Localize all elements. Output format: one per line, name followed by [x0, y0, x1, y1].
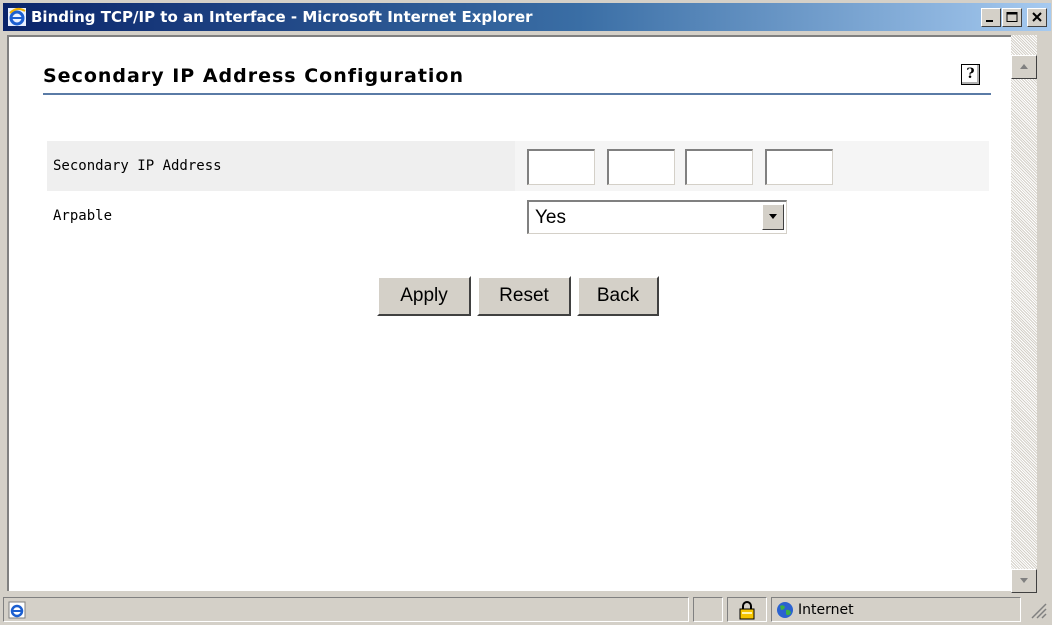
status-main-pane: [3, 597, 689, 622]
page-content: Secondary IP Address Configuration ? Sec…: [7, 35, 1011, 591]
status-pane: [693, 597, 723, 622]
secondary-ip-row: Secondary IP Address: [47, 141, 989, 191]
help-icon[interactable]: ?: [961, 64, 980, 85]
arpable-select[interactable]: Yes: [527, 200, 787, 234]
status-zone-pane: Internet: [771, 597, 1021, 622]
secondary-ip-label: Secondary IP Address: [53, 158, 222, 174]
globe-icon: [777, 602, 793, 618]
title-bar[interactable]: Binding TCP/IP to an Interface - Microso…: [3, 3, 1051, 31]
arpable-label: Arpable: [53, 208, 113, 224]
title-divider: [43, 93, 991, 95]
chevron-down-icon: [769, 214, 777, 219]
back-button[interactable]: Back: [577, 276, 659, 316]
status-bar: Internet: [3, 595, 1051, 624]
arpable-row: Arpable Yes: [47, 191, 989, 241]
maximize-button[interactable]: [1002, 8, 1022, 27]
chevron-up-icon: [1020, 64, 1028, 69]
arpable-value-cell: Yes: [515, 191, 989, 241]
ip-octet-2-input[interactable]: [607, 149, 675, 185]
page-icon: [8, 601, 26, 619]
close-button[interactable]: [1027, 8, 1047, 27]
ip-octet-3-input[interactable]: [685, 149, 753, 185]
secondary-ip-value-cell: [515, 141, 989, 191]
vertical-scrollbar[interactable]: [1011, 35, 1037, 593]
ip-octet-1-input[interactable]: [527, 149, 595, 185]
internet-explorer-icon: [8, 7, 26, 26]
minimize-button[interactable]: [981, 8, 1001, 27]
arpable-selected-value: Yes: [535, 207, 566, 228]
chevron-down-icon: [1020, 578, 1028, 583]
scroll-up-button[interactable]: [1011, 55, 1037, 79]
ip-octet-4-input[interactable]: [765, 149, 833, 185]
lock-icon: [739, 601, 755, 620]
apply-button[interactable]: Apply: [377, 276, 471, 316]
dropdown-button[interactable]: [762, 204, 784, 230]
security-zone-label: Internet: [798, 602, 854, 618]
resize-grip-icon[interactable]: [1029, 601, 1047, 619]
scroll-down-button[interactable]: [1011, 569, 1037, 593]
reset-button[interactable]: Reset: [477, 276, 571, 316]
maximize-icon: [1006, 12, 1018, 22]
close-icon: [1032, 12, 1042, 22]
status-security-pane: [727, 597, 767, 622]
window-title: Binding TCP/IP to an Interface - Microso…: [31, 8, 533, 26]
minimize-icon: [986, 20, 993, 22]
page-title: Secondary IP Address Configuration: [43, 65, 465, 87]
browser-window: Binding TCP/IP to an Interface - Microso…: [0, 0, 1052, 625]
